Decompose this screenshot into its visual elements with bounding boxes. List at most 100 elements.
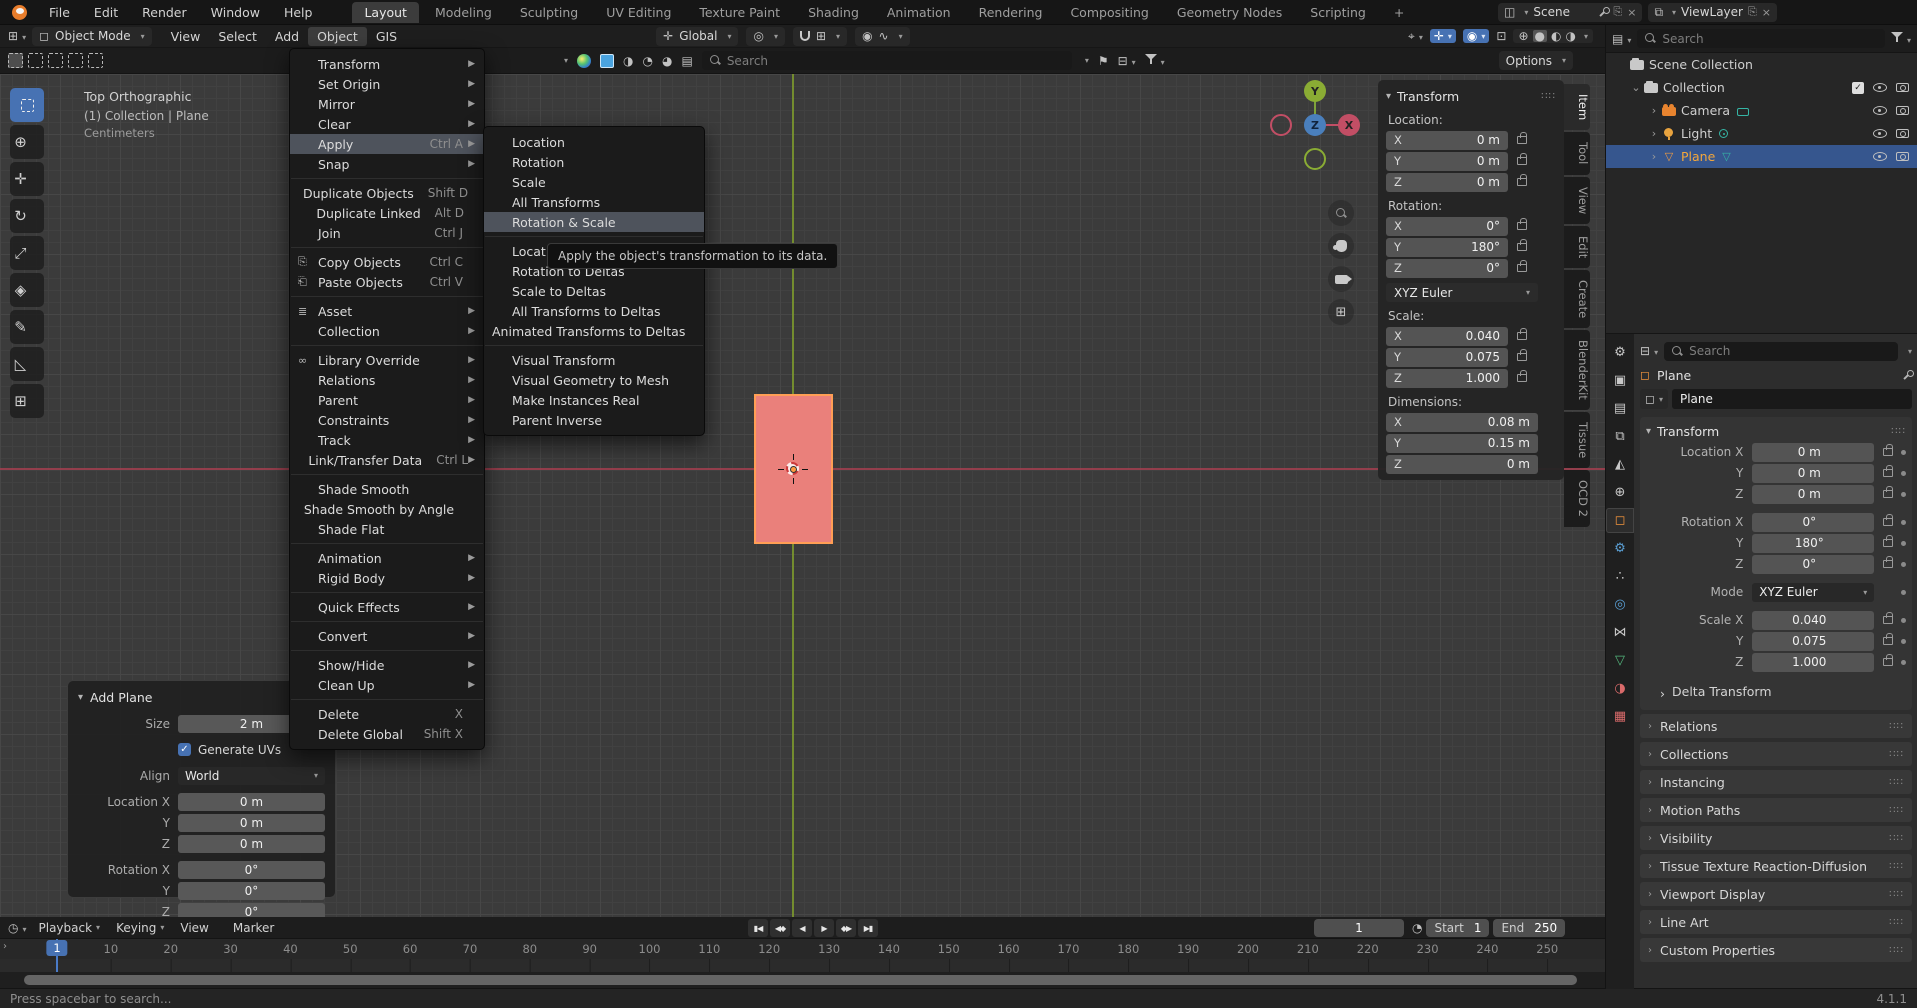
transform-panel-title[interactable]: Transform xyxy=(1657,424,1719,439)
transport-button[interactable]: ◀ xyxy=(792,919,812,937)
expander-icon[interactable]: › xyxy=(1646,104,1662,117)
workspace-tab[interactable]: Rendering xyxy=(967,2,1055,23)
lock-icon[interactable] xyxy=(1883,490,1893,498)
collapsed-panel-header[interactable]: › Viewport Display ∷∷ xyxy=(1640,882,1912,906)
npanel-tab[interactable]: Item xyxy=(1564,84,1590,130)
tool-button[interactable]: ✎ xyxy=(10,310,44,344)
menu-item[interactable]: Track ▶ xyxy=(290,430,484,450)
gizmo-toggle[interactable]: ✛▾ xyxy=(1430,29,1456,43)
value-field[interactable]: 180°▾ xyxy=(1752,534,1874,553)
lock-icon[interactable] xyxy=(1883,469,1893,477)
add-plane-title[interactable]: Add Plane xyxy=(90,690,152,705)
properties-tab[interactable]: ▣ xyxy=(1606,368,1634,393)
drag-dots-icon[interactable]: ∷∷ xyxy=(1889,833,1904,844)
timeline-ruler[interactable]: 1020304050607080901001101201301401501601… xyxy=(0,939,1605,959)
menu-item[interactable]: Link/Transfer Data Ctrl L ▶ xyxy=(290,450,484,470)
workspace-tab[interactable]: Compositing xyxy=(1058,2,1160,23)
menu-item[interactable]: Collection ▶ xyxy=(290,321,484,341)
workspace-tab[interactable]: Layout xyxy=(352,2,419,23)
topbar-menu[interactable]: Render xyxy=(130,5,199,20)
menu-item[interactable]: Convert ▶ xyxy=(290,626,484,646)
options-button[interactable]: Options ▾ xyxy=(1499,51,1573,70)
timeline-scrollbar[interactable] xyxy=(0,972,1605,988)
scrollbar-handle[interactable] xyxy=(24,975,1577,985)
snap-node-dropdown[interactable]: ⊟▾ xyxy=(1118,54,1136,68)
topbar-menu[interactable]: File xyxy=(37,5,82,20)
checkbox-icon[interactable]: ✓ xyxy=(1852,82,1864,94)
chevron-right-icon[interactable]: › xyxy=(3,941,7,952)
workspace-tab[interactable]: Shading xyxy=(796,2,871,23)
menu-item[interactable]: Duplicate Linked Alt D ▶ xyxy=(290,203,484,223)
value-field[interactable]: X0.040 xyxy=(1386,327,1508,346)
zoom-button[interactable] xyxy=(1328,200,1354,226)
lock-icon[interactable] xyxy=(1883,448,1893,456)
lock-icon[interactable] xyxy=(1517,136,1527,144)
expander-icon[interactable]: › xyxy=(1646,127,1662,140)
lock-icon[interactable] xyxy=(1517,264,1527,272)
properties-tab[interactable]: ▽ xyxy=(1606,648,1634,673)
gis-export-icon[interactable]: ▤ xyxy=(681,55,692,67)
menu-item[interactable]: Rotation xyxy=(484,152,704,172)
outliner-row[interactable]: › Camera ✓ xyxy=(1606,99,1917,122)
value-field[interactable]: 0° xyxy=(178,861,325,879)
timeline-menu[interactable]: View▾ xyxy=(172,921,225,935)
properties-tab[interactable]: ▤ xyxy=(1606,396,1634,421)
viewport-menu[interactable]: GIS xyxy=(367,27,406,46)
drag-dots-icon[interactable]: ∷∷ xyxy=(1889,861,1904,872)
menu-item[interactable]: Visual Geometry to Mesh xyxy=(484,370,704,390)
eye-icon[interactable] xyxy=(1873,152,1887,161)
value-field[interactable]: 0 m▾ xyxy=(1752,464,1874,483)
workspace-tab[interactable]: Geometry Nodes xyxy=(1165,2,1294,23)
gizmo-negative-y-axis[interactable] xyxy=(1304,148,1326,170)
visibility-dropdown[interactable]: ⌖▾ xyxy=(1408,29,1423,43)
properties-tab[interactable]: ⧉ xyxy=(1606,424,1634,449)
outliner-editor-type-button[interactable]: ▤▾ xyxy=(1612,32,1631,46)
workspace-tab[interactable]: Animation xyxy=(875,2,963,23)
animate-dot[interactable] xyxy=(1901,492,1906,497)
lock-icon[interactable] xyxy=(1883,539,1893,547)
value-field[interactable]: 0°▾ xyxy=(1752,513,1874,532)
menu-item[interactable]: Set Origin ▶ xyxy=(290,74,484,94)
blender-logo-icon[interactable] xyxy=(12,5,27,20)
expander-icon[interactable]: › xyxy=(1646,150,1662,163)
orientation-dropdown[interactable]: ✛ Global ▾ xyxy=(656,27,738,46)
timeline-editor-type-button[interactable]: ◷▾ xyxy=(8,921,27,935)
value-field[interactable]: X0 m xyxy=(1386,131,1508,150)
lock-icon[interactable] xyxy=(1883,518,1893,526)
animate-dot[interactable] xyxy=(1901,471,1906,476)
animate-dot[interactable] xyxy=(1901,590,1906,595)
gis-basemap-icon[interactable] xyxy=(577,54,591,68)
workspace-tab[interactable]: UV Editing xyxy=(594,2,683,23)
select-invert-mode-icon[interactable] xyxy=(68,53,83,68)
value-field[interactable]: 0.040▾ xyxy=(1752,611,1874,630)
properties-tab[interactable]: ⊕ xyxy=(1606,480,1634,505)
close-icon[interactable]: × xyxy=(1627,6,1636,19)
animate-dot[interactable] xyxy=(1901,562,1906,567)
menu-item[interactable]: Shade Smooth ▶ xyxy=(290,479,484,499)
workspace-tab[interactable]: + xyxy=(1382,2,1416,23)
tool-button[interactable]: ⊕ xyxy=(10,125,44,159)
editor-type-button[interactable]: ⊞▾ xyxy=(8,29,26,43)
select-set-mode-icon[interactable] xyxy=(8,53,23,68)
npanel-tab[interactable]: OCD 2 xyxy=(1564,470,1590,527)
eye-icon[interactable] xyxy=(1873,106,1887,115)
value-field[interactable]: 0 m▾ xyxy=(1752,485,1874,504)
value-field[interactable]: Z1.000 xyxy=(1386,369,1508,388)
outliner-row[interactable]: › Plane ✓ xyxy=(1606,145,1917,168)
workspace-tab[interactable]: Scripting xyxy=(1298,2,1378,23)
render-visibility-icon[interactable] xyxy=(1896,106,1909,115)
menu-item[interactable]: Rotation & Scale xyxy=(484,212,704,232)
gizmo-y-axis[interactable]: Y xyxy=(1304,80,1326,102)
viewport-menu[interactable]: Object xyxy=(308,27,367,46)
drag-dots-icon[interactable]: ∷∷ xyxy=(1889,945,1904,956)
lock-icon[interactable] xyxy=(1517,374,1527,382)
menu-item[interactable]: Clean Up ▶ xyxy=(290,675,484,695)
chevron-down-icon[interactable]: ▾ xyxy=(1085,56,1089,65)
outliner-row[interactable]: Scene Collection ✓ xyxy=(1606,53,1917,76)
tool-button[interactable]: ↻ xyxy=(10,199,44,233)
value-field[interactable]: Y180° xyxy=(1386,238,1508,257)
xray-toggle[interactable]: ⊡ xyxy=(1496,30,1506,42)
properties-tab[interactable]: ⚙ xyxy=(1606,536,1634,561)
transport-button[interactable]: ◆▶ xyxy=(836,919,856,937)
pivot-dropdown[interactable]: ◎▾ xyxy=(746,27,785,46)
